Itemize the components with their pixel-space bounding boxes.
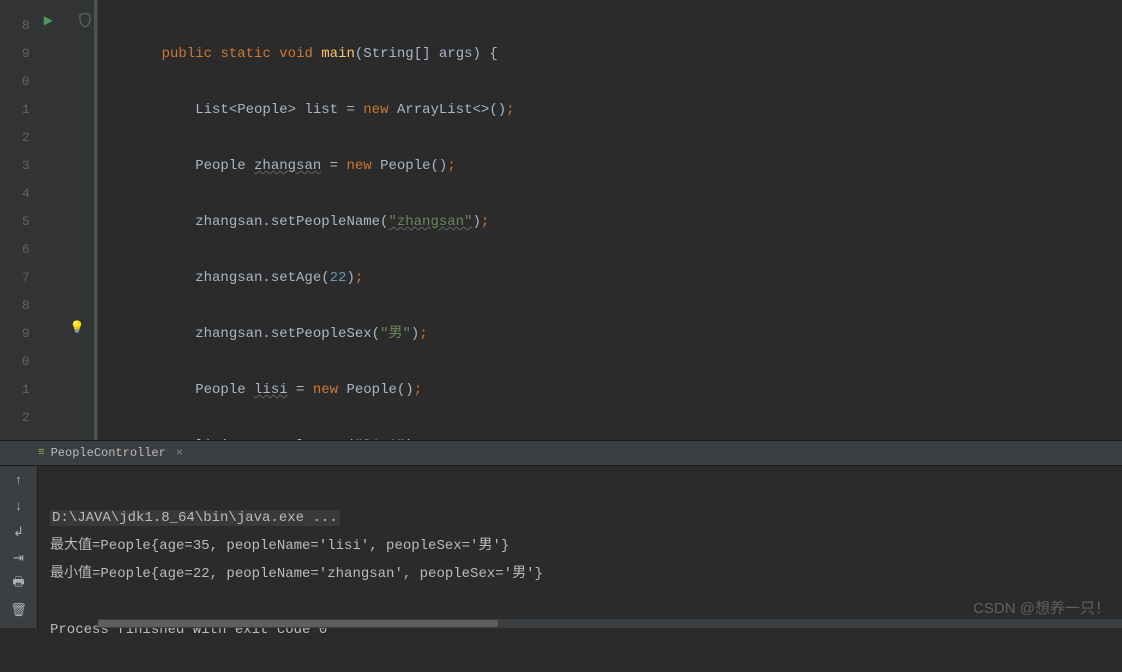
ln: 7 <box>0 264 30 292</box>
gutter: 8 9 0 1 2 3 4 5 6 7 8 9 0 1 2 ▶ 💡 <box>0 0 98 440</box>
ln: 2 <box>0 404 30 432</box>
console-line: 最大值=People{age=35, peopleName='lisi', pe… <box>50 538 509 554</box>
console: ↑ ↓ ↲ ⇥ 🖶 🗑 D:\JAVA\jdk1.8_64\bin\java.e… <box>0 466 1122 628</box>
line-numbers: 8 9 0 1 2 3 4 5 6 7 8 9 0 1 2 <box>0 0 30 440</box>
code-line: People zhangsan = new People(); <box>98 152 1122 180</box>
ln: 5 <box>0 208 30 236</box>
print-icon[interactable]: 🖶 <box>8 576 30 592</box>
console-line: 最小值=People{age=22, peopleName='zhangsan'… <box>50 566 543 582</box>
trash-icon[interactable]: 🗑 <box>8 602 30 618</box>
ln: 2 <box>0 124 30 152</box>
ln: 9 <box>0 40 30 68</box>
ln: 6 <box>0 236 30 264</box>
ln: 0 <box>0 68 30 96</box>
code-line: List<People> list = new ArrayList<>(); <box>98 96 1122 124</box>
ln: 9 <box>0 320 30 348</box>
console-output[interactable]: D:\JAVA\jdk1.8_64\bin\java.exe ... 最大值=P… <box>38 466 1122 628</box>
ln: 3 <box>0 152 30 180</box>
scrollbar-thumb[interactable] <box>98 620 498 627</box>
ln: 8 <box>0 12 30 40</box>
shield-icon[interactable] <box>79 13 91 31</box>
vcs-change-bar <box>94 0 97 440</box>
code-line: zhangsan.setAge(22); <box>98 264 1122 292</box>
editor-area: 8 9 0 1 2 3 4 5 6 7 8 9 0 1 2 ▶ 💡 public… <box>0 0 1122 440</box>
bulb-icon[interactable]: 💡 <box>70 320 85 335</box>
gutter-icons: ▶ 💡 <box>30 0 97 440</box>
console-tabs: ≡ PeopleController × <box>0 441 1122 466</box>
ln: 4 <box>0 180 30 208</box>
ln: 1 <box>0 96 30 124</box>
code-line: lisi.setPeopleName("lisi"); <box>98 432 1122 440</box>
ln: 8 <box>0 292 30 320</box>
code-line: People lisi = new People(); <box>98 376 1122 404</box>
code-line: public static void main(String[] args) { <box>98 40 1122 68</box>
tab-file-icon: ≡ <box>38 447 45 459</box>
horizontal-scrollbar[interactable] <box>98 619 1122 628</box>
ln: 0 <box>0 348 30 376</box>
soft-wrap-icon[interactable]: ↲ <box>8 524 30 540</box>
watermark: CSDN @想养一只！ <box>973 597 1110 618</box>
console-toolbar: ↑ ↓ ↲ ⇥ 🖶 🗑 <box>0 466 38 628</box>
console-tab-label[interactable]: PeopleController <box>51 446 166 460</box>
scroll-to-end-icon[interactable]: ⇥ <box>8 550 30 566</box>
code-area[interactable]: public static void main(String[] args) {… <box>98 0 1122 440</box>
code-line: zhangsan.setPeopleName("zhangsan"); <box>98 208 1122 236</box>
console-cmd: D:\JAVA\jdk1.8_64\bin\java.exe ... <box>50 510 340 526</box>
scroll-up-icon[interactable]: ↑ <box>8 472 30 488</box>
close-icon[interactable]: × <box>176 446 183 460</box>
run-icon[interactable]: ▶ <box>44 13 53 28</box>
code-line: zhangsan.setPeopleSex("男"); <box>98 320 1122 348</box>
ln: 1 <box>0 376 30 404</box>
scroll-down-icon[interactable]: ↓ <box>8 498 30 514</box>
